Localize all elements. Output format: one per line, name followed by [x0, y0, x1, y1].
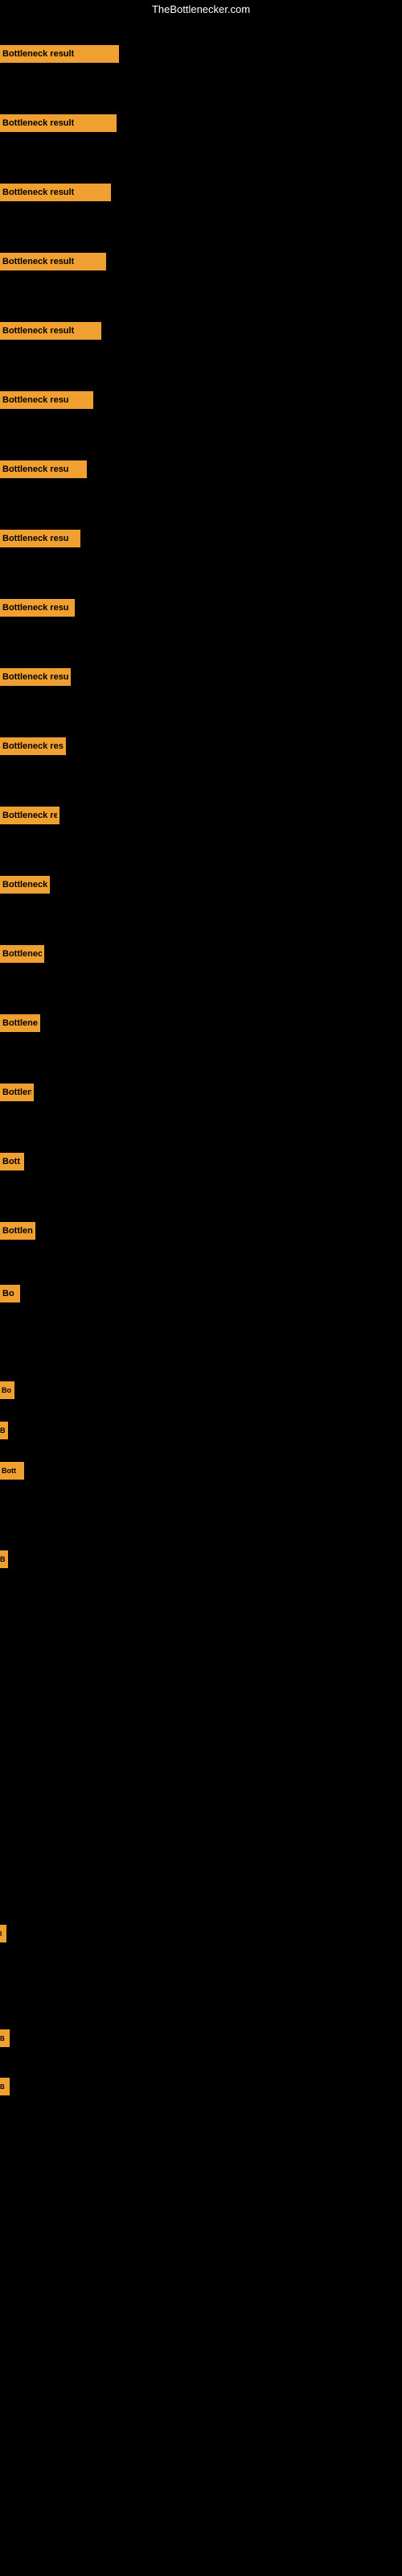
- gap-2: [0, 1491, 402, 1539]
- bar-row-14: Bottleneck re: [0, 919, 402, 989]
- bar-row-21: B: [0, 1410, 402, 1451]
- bar-row-7: Bottleneck resu: [0, 435, 402, 504]
- bar-label-19: Bo: [2, 1289, 14, 1298]
- bar-label-b2: I: [0, 1930, 2, 1938]
- bar-1: Bottleneck result: [0, 45, 119, 63]
- bar-row-12: Bottleneck res: [0, 781, 402, 850]
- bar-label-14: Bottleneck re: [2, 949, 42, 959]
- bar-label-15: Bottleneck re: [2, 1018, 38, 1028]
- bar-row-b3: [0, 1966, 402, 2014]
- bar-10: Bottleneck resu: [0, 668, 71, 686]
- site-title: TheBottlenecker.com: [152, 3, 250, 15]
- bar-label-10: Bottleneck resu: [2, 672, 68, 682]
- bar-row-b1: [0, 1740, 402, 1901]
- bar-row-23: B: [0, 1539, 402, 1579]
- bar-label-23: B: [0, 1555, 6, 1563]
- bar-row-22: Bott: [0, 1451, 402, 1491]
- bar-row-20: Bo: [0, 1370, 402, 1410]
- bar-label-6: Bottleneck resu: [2, 395, 69, 405]
- bar-row-b2: I: [0, 1901, 402, 1966]
- bar-label-17: Bott: [2, 1157, 20, 1166]
- bar-4: Bottleneck result: [0, 253, 106, 270]
- bar-row-17: Bott: [0, 1127, 402, 1196]
- bar-label-13: Bottleneck re: [2, 880, 47, 890]
- bar-label-11: Bottleneck resu: [2, 741, 64, 751]
- bar-row-13: Bottleneck re: [0, 850, 402, 919]
- bar-17: Bott: [0, 1153, 24, 1170]
- bar-label-2: Bottleneck result: [2, 118, 74, 128]
- bar-19: Bo: [0, 1285, 20, 1302]
- bar-14: Bottleneck re: [0, 945, 44, 963]
- bar-12: Bottleneck res: [0, 807, 59, 824]
- bar-row-5: Bottleneck result: [0, 296, 402, 365]
- bar-row-1: Bottleneck result: [0, 19, 402, 89]
- bar-21: B: [0, 1422, 8, 1439]
- gap-1: [0, 1322, 402, 1370]
- bottom-padding: [0, 2111, 402, 2272]
- bar-b4: B: [0, 2029, 10, 2047]
- bar-15: Bottleneck re: [0, 1014, 40, 1032]
- bar-label-5: Bottleneck result: [2, 326, 74, 336]
- bar-20: Bo: [0, 1381, 14, 1399]
- bar-7: Bottleneck resu: [0, 460, 87, 478]
- bar-row-10: Bottleneck resu: [0, 642, 402, 712]
- page-wrapper: TheBottlenecker.com Bottleneck result Bo…: [0, 0, 402, 2272]
- bar-row-6: Bottleneck resu: [0, 365, 402, 435]
- bar-label-b5: B: [0, 2083, 5, 2091]
- bar-22: Bott: [0, 1462, 24, 1480]
- bar-11: Bottleneck resu: [0, 737, 66, 755]
- bar-row-16: Bottlenec: [0, 1058, 402, 1127]
- bar-label-7: Bottleneck resu: [2, 464, 69, 474]
- gap-3: [0, 1579, 402, 1740]
- bar-label-18: Bottlen: [2, 1226, 33, 1236]
- bar-18: Bottlen: [0, 1222, 35, 1240]
- bar-23: B: [0, 1550, 8, 1568]
- bar-row-18: Bottlen: [0, 1196, 402, 1265]
- bar-row-2: Bottleneck result: [0, 89, 402, 158]
- bar-label-3: Bottleneck result: [2, 188, 74, 197]
- bar-row-3: Bottleneck result: [0, 158, 402, 227]
- chart-area: Bottleneck result Bottleneck result Bott…: [0, 19, 402, 2272]
- bar-b2: I: [0, 1925, 6, 1942]
- bar-row-11: Bottleneck resu: [0, 712, 402, 781]
- bar-3: Bottleneck result: [0, 184, 111, 201]
- bar-b5: B: [0, 2078, 10, 2095]
- bar-label-20: Bo: [2, 1386, 11, 1394]
- bar-5: Bottleneck result: [0, 322, 101, 340]
- bar-label-21: B: [0, 1426, 6, 1435]
- bar-label-4: Bottleneck result: [2, 257, 74, 266]
- bar-6: Bottleneck resu: [0, 391, 93, 409]
- bar-row-b4: B: [0, 2014, 402, 2062]
- bar-row-9: Bottleneck resu: [0, 573, 402, 642]
- bar-row-15: Bottleneck re: [0, 989, 402, 1058]
- bar-label-b4: B: [0, 2035, 5, 2042]
- bar-row-b5: B: [0, 2062, 402, 2111]
- bar-16: Bottlenec: [0, 1084, 34, 1101]
- bar-label-1: Bottleneck result: [2, 49, 74, 59]
- bar-13: Bottleneck re: [0, 876, 50, 894]
- site-header: TheBottlenecker.com: [0, 0, 402, 19]
- bar-9: Bottleneck resu: [0, 599, 75, 617]
- bar-label-22: Bott: [2, 1467, 16, 1475]
- bar-row-4: Bottleneck result: [0, 227, 402, 296]
- bar-label-8: Bottleneck resu: [2, 534, 69, 543]
- bar-8: Bottleneck resu: [0, 530, 80, 547]
- bar-2: Bottleneck result: [0, 114, 117, 132]
- bar-label-9: Bottleneck resu: [2, 603, 69, 613]
- bar-row-8: Bottleneck resu: [0, 504, 402, 573]
- bar-label-16: Bottlenec: [2, 1088, 31, 1097]
- bar-label-12: Bottleneck res: [2, 811, 57, 820]
- bar-row-19: Bo: [0, 1265, 402, 1322]
